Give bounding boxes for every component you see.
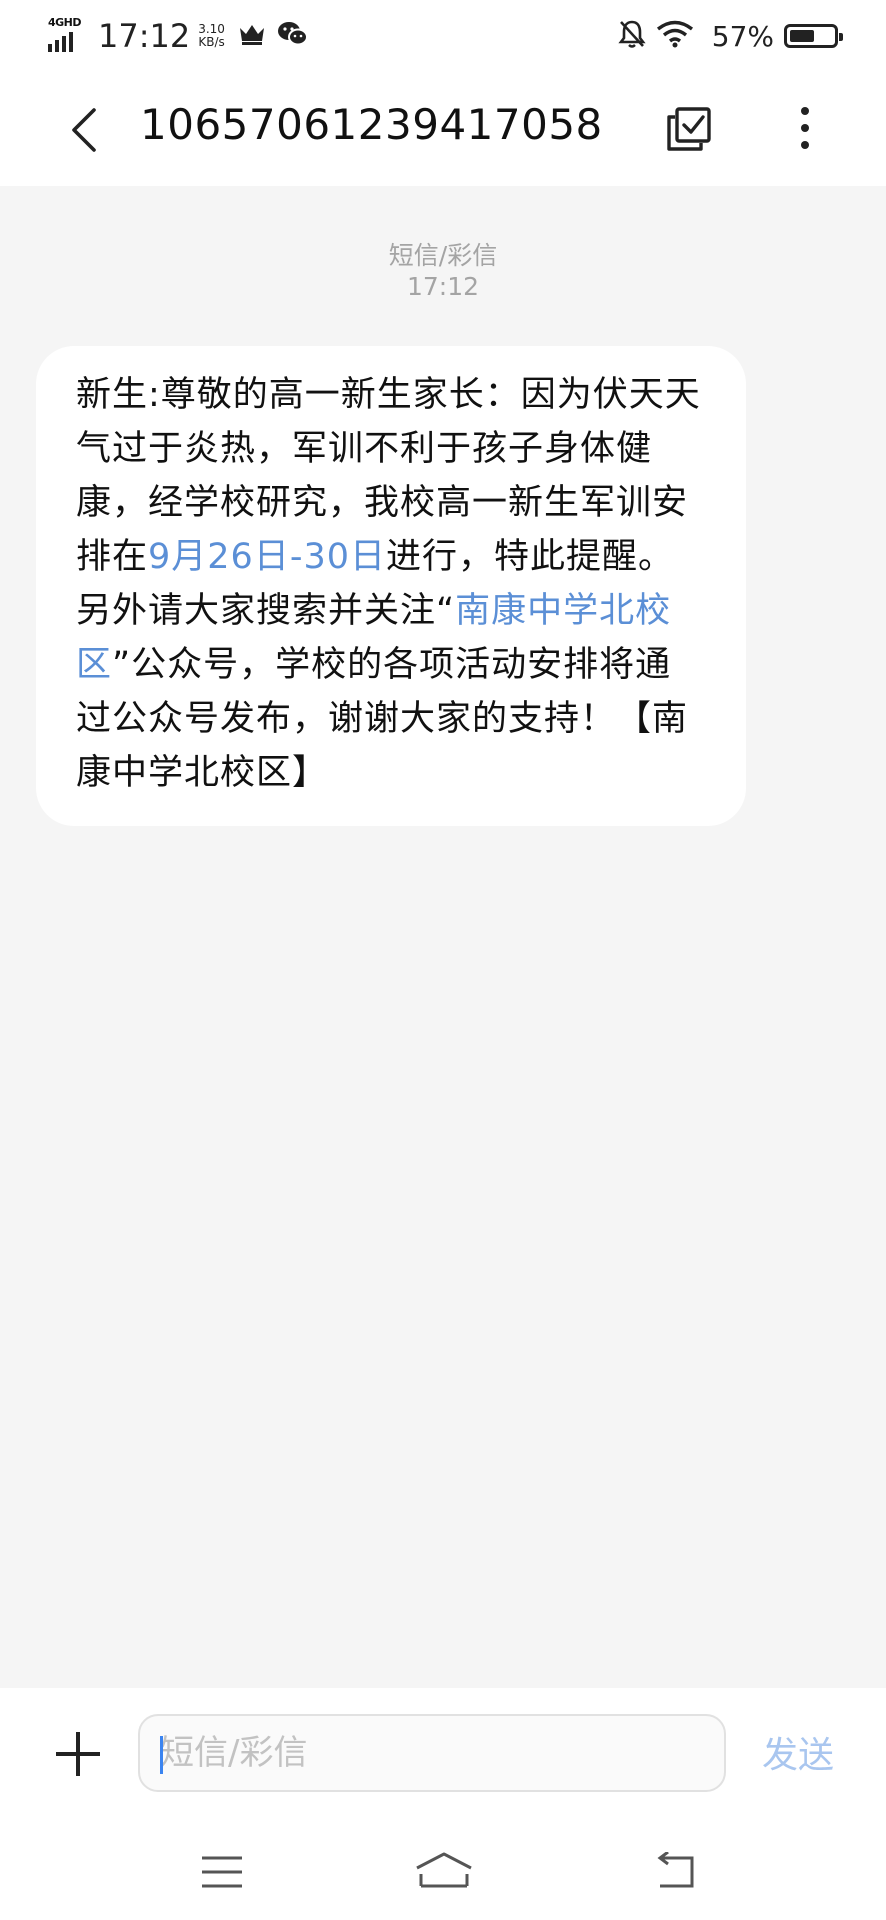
date-link[interactable]: 9月26日-30日 <box>148 537 386 577</box>
menu-icon <box>202 1856 242 1888</box>
nav-menu-button[interactable] <box>192 1850 252 1894</box>
nav-back-button[interactable] <box>646 1850 706 1894</box>
message-bubble[interactable]: 新生:尊敬的高一新生家长：因为伏天天气过于炎热，军训不利于孩子身体健康，经学校研… <box>36 346 746 826</box>
status-bar: 4GHD 17:12 3.10 KB/s 57% <box>0 0 886 72</box>
more-options-button[interactable] <box>780 98 830 158</box>
home-icon <box>416 1852 472 1888</box>
message-timestamp: 17:12 <box>406 272 480 301</box>
status-right: 57% <box>618 14 843 58</box>
network-speed: 3.10 KB/s <box>198 23 225 49</box>
text-cursor <box>160 1736 163 1774</box>
cellular-signal-icon: 4GHD <box>48 16 90 56</box>
multi-select-button[interactable] <box>660 98 720 158</box>
system-navigation-bar <box>0 1820 886 1920</box>
conversation-header: 10657061239417058 <box>0 72 886 186</box>
battery-percent: 57% <box>711 19 774 53</box>
send-button[interactable]: 发送 <box>762 1726 834 1778</box>
wechat-icon <box>277 20 309 52</box>
battery-icon <box>784 24 843 48</box>
back-button[interactable] <box>58 102 108 158</box>
network-type: 4GHD <box>48 16 82 29</box>
nav-home-button[interactable] <box>414 1850 474 1894</box>
add-attachment-button[interactable] <box>52 1728 104 1780</box>
battery-cap <box>839 33 843 41</box>
bell-muted-icon <box>618 19 646 53</box>
battery-fill <box>790 30 814 42</box>
status-left: 4GHD 17:12 3.10 KB/s <box>48 14 319 58</box>
status-time: 17:12 <box>98 17 191 55</box>
conversation-title: 10657061239417058 <box>140 100 603 149</box>
message-list[interactable]: 短信/彩信 17:12 新生:尊敬的高一新生家长：因为伏天天气过于炎热，军训不利… <box>0 186 886 1688</box>
crown-icon <box>237 22 267 50</box>
message-type-label: 短信/彩信 <box>388 241 498 270</box>
message-input-box[interactable] <box>138 1714 726 1792</box>
wifi-icon <box>656 20 694 52</box>
checkbox-select-icon <box>667 107 711 151</box>
message-input[interactable] <box>156 1716 700 1790</box>
composer-bar: 发送 <box>0 1688 886 1820</box>
chevron-left-icon <box>72 108 96 152</box>
more-vertical-icon <box>801 107 809 149</box>
speed-unit: KB/s <box>198 35 225 49</box>
back-arrow-icon <box>657 1852 694 1888</box>
message-text-part3: ”公众号，学校的各项活动安排将通过公众号发布，谢谢大家的支持！【南康中学北校区】 <box>76 645 689 793</box>
